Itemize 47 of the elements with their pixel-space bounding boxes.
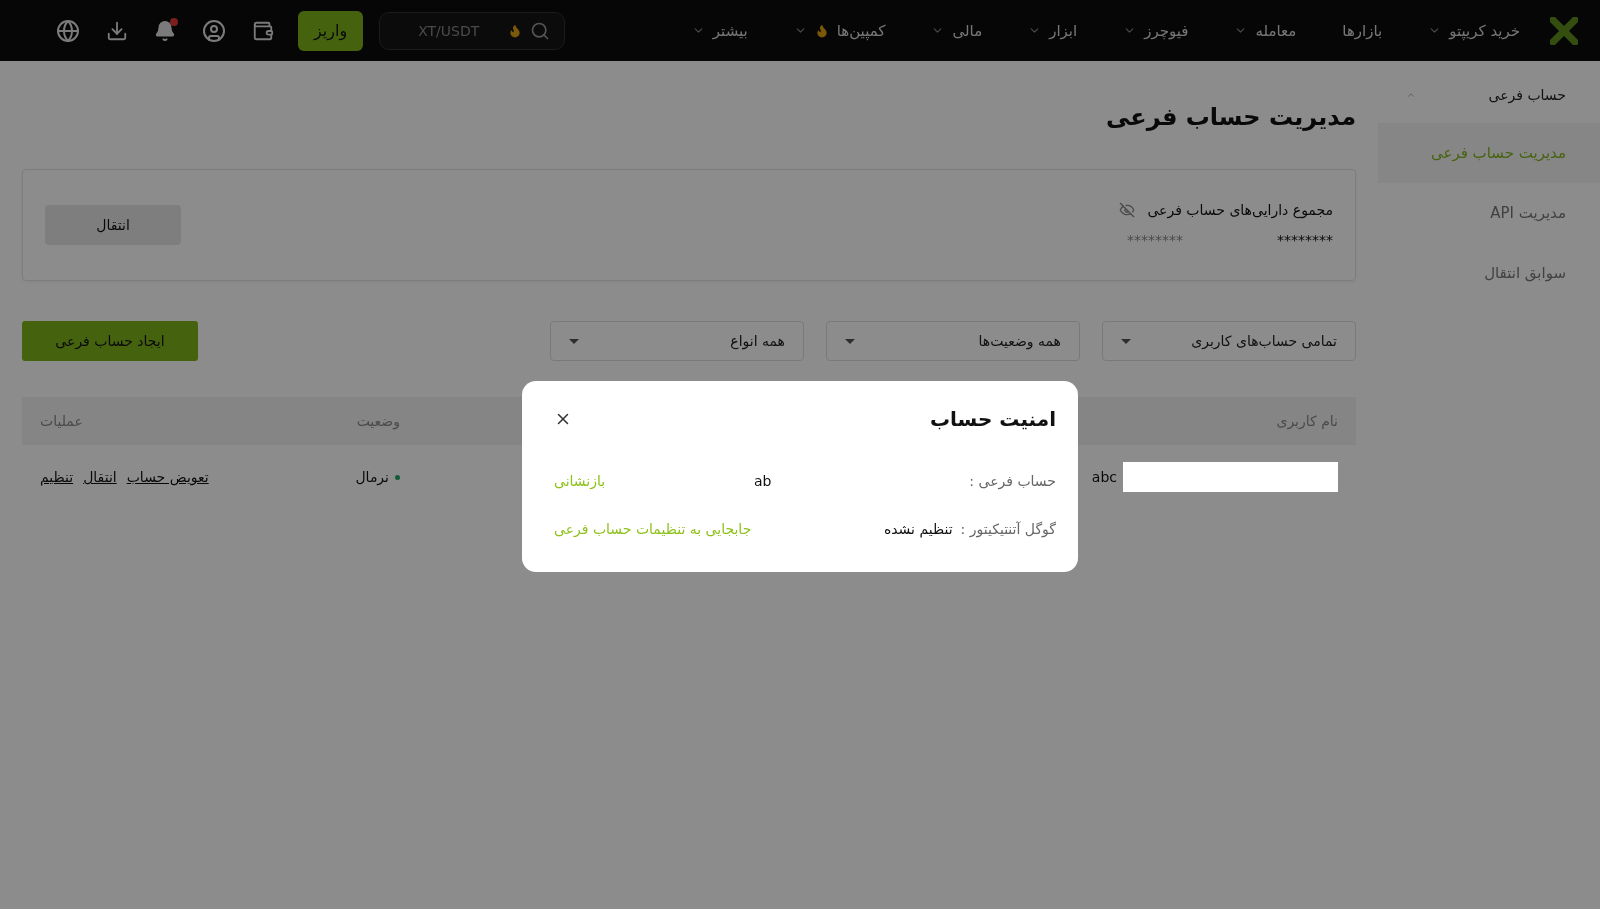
- nav-menu-item[interactable]: معامله: [1234, 21, 1297, 40]
- column-header: عملیات: [40, 413, 83, 429]
- column-header: نام کاربری: [1276, 413, 1338, 429]
- column-header: وضعیت: [356, 413, 400, 429]
- field-value: ab: [753, 473, 772, 489]
- create-subaccount-button[interactable]: ایجاد حساب فرعی: [22, 321, 198, 361]
- action-link[interactable]: تعویض حساب: [126, 469, 209, 485]
- status-cell: نرمال: [355, 469, 389, 485]
- filter-dropdown[interactable]: تمامی حساب‌های کاربری: [1102, 321, 1356, 361]
- field-value: تنظیم نشده: [883, 521, 953, 537]
- bell-icon[interactable]: [154, 19, 176, 42]
- flame-icon: [508, 23, 523, 38]
- nav-menu-item[interactable]: مالی: [931, 21, 983, 40]
- eye-off-icon[interactable]: [1119, 202, 1136, 218]
- sidebar-group[interactable]: حساب فرعی: [1378, 75, 1600, 115]
- chevron-up-icon: [1406, 90, 1416, 100]
- nav-menu-item[interactable]: بیشتر: [691, 21, 748, 40]
- page-title: مدیریت حساب فرعی: [1105, 102, 1356, 131]
- deposit-button[interactable]: واریز: [298, 10, 364, 51]
- field-label: حساب فرعی :: [969, 473, 1056, 489]
- globe-icon[interactable]: [56, 18, 80, 43]
- search-field[interactable]: XT/USDT: [379, 11, 566, 50]
- field-label: گوگل آتنتیکیتور :: [960, 521, 1056, 537]
- sidebar-item[interactable]: سوابق انتقال: [1378, 243, 1600, 303]
- nav-menu-item[interactable]: کمپین‌ها: [793, 21, 886, 40]
- username-cell: abc: [1091, 469, 1117, 485]
- dialog-title: امنیت حساب: [929, 407, 1056, 431]
- hidden-balance: ********: [1127, 232, 1183, 248]
- nav-menu-item[interactable]: بازارها: [1342, 21, 1383, 40]
- action-link[interactable]: تنظیم: [40, 469, 74, 485]
- flame-icon: [814, 23, 829, 38]
- assets-title: مجموع دارایی‌های حساب فرعی: [1147, 202, 1333, 218]
- search-icon: [530, 20, 551, 41]
- search-input[interactable]: XT/USDT: [416, 21, 501, 40]
- sidebar-title: حساب فرعی: [1488, 87, 1566, 103]
- nav-menu-item[interactable]: ابزار: [1028, 21, 1078, 40]
- hidden-balance: ********: [1277, 232, 1333, 248]
- filter-dropdown[interactable]: همه انواع: [550, 321, 804, 361]
- wallet-icon[interactable]: [252, 19, 274, 42]
- filter-dropdown[interactable]: همه وضعیت‌ها: [826, 321, 1080, 361]
- download-icon[interactable]: [106, 19, 128, 42]
- nav-menu-item[interactable]: خرید کریپتو: [1428, 21, 1520, 40]
- transfer-button[interactable]: انتقال: [45, 205, 181, 245]
- nav-menu-item[interactable]: فیوچرز: [1123, 21, 1189, 40]
- sidebar-item[interactable]: مدیریت API: [1378, 183, 1600, 243]
- action-link[interactable]: انتقال: [83, 469, 117, 485]
- user-icon[interactable]: [202, 18, 226, 43]
